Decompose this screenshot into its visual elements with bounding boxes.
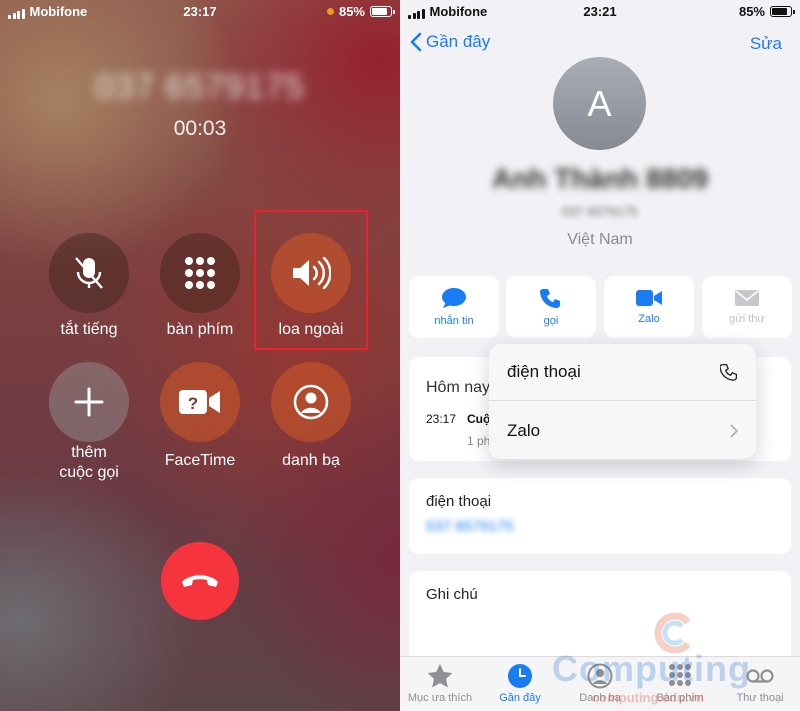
call-options-menu: điện thoại Zalo bbox=[489, 344, 756, 459]
contact-detail-screen: Mobifone 23:21 85% Gần đây Sửa A Anh Thà… bbox=[400, 0, 800, 711]
back-button[interactable]: Gần đây bbox=[410, 32, 490, 52]
contacts-button[interactable] bbox=[271, 362, 351, 442]
mail-action-button[interactable]: gửi thư bbox=[702, 276, 792, 338]
back-label: Gần đây bbox=[426, 32, 491, 51]
battery-icon bbox=[770, 6, 795, 17]
add-call-label-line1: thêm bbox=[71, 444, 107, 461]
tab-recents[interactable]: Gần đây bbox=[480, 663, 560, 704]
battery-indicator: 85% bbox=[326, 4, 395, 19]
clock-icon bbox=[508, 664, 532, 688]
phone-icon bbox=[540, 289, 560, 308]
tab-contacts-label: Danh bạ bbox=[579, 692, 621, 704]
add-call-label: thêm cuộc gọi bbox=[29, 443, 149, 483]
call-duration: 00:03 bbox=[173, 117, 227, 140]
menu-item-zalo-label: Zalo bbox=[507, 420, 541, 440]
chevron-left-icon bbox=[410, 32, 422, 52]
tab-voicemail[interactable]: Thư thoại bbox=[720, 663, 800, 704]
zalo-action-button[interactable]: Zalo bbox=[604, 276, 694, 338]
recording-dot-icon bbox=[326, 8, 334, 15]
contacts-icon bbox=[587, 663, 613, 689]
keypad-label: bàn phím bbox=[166, 321, 234, 338]
phone-icon bbox=[720, 363, 738, 381]
facetime-icon: ? bbox=[179, 390, 220, 414]
tab-voicemail-label: Thư thoại bbox=[736, 692, 784, 704]
tab-keypad-label: Bàn phím bbox=[656, 692, 704, 704]
facetime-label: FaceTime bbox=[164, 452, 236, 469]
message-action-button[interactable]: nhắn tin bbox=[409, 276, 499, 338]
message-icon bbox=[442, 288, 466, 308]
speaker-highlight-box bbox=[254, 210, 368, 350]
battery-icon bbox=[370, 6, 395, 17]
nav-bar: Gần đây Sửa bbox=[400, 30, 800, 60]
mail-action-label: gửi thư bbox=[729, 313, 765, 325]
keypad-icon bbox=[185, 257, 215, 289]
contact-country: Việt Nam bbox=[567, 231, 633, 248]
tab-favorites-label: Mục ưa thích bbox=[407, 692, 473, 704]
recent-call-type: Cuộ bbox=[467, 412, 491, 426]
phone-card-number[interactable]: 037 6579175 bbox=[426, 518, 514, 535]
message-action-label: nhắn tin bbox=[434, 315, 474, 327]
voicemail-icon bbox=[746, 669, 774, 683]
menu-item-phone[interactable]: điện thoại bbox=[489, 344, 756, 401]
tab-recents-label: Gần đây bbox=[499, 692, 541, 704]
mute-mic-icon bbox=[75, 257, 103, 289]
notes-label: Ghi chú bbox=[426, 586, 478, 603]
status-bar: Mobifone 23:17 85% bbox=[0, 0, 400, 22]
video-icon bbox=[636, 290, 662, 306]
add-call-button[interactable] bbox=[49, 362, 129, 442]
caller-number: 037 6579175 bbox=[95, 68, 305, 106]
phone-number-card[interactable]: điện thoại 037 6579175 bbox=[409, 478, 791, 554]
recent-call-length: 1 ph bbox=[467, 434, 491, 448]
battery-indicator: 85% bbox=[738, 4, 795, 19]
tab-favorites[interactable]: Mục ưa thích bbox=[400, 663, 480, 704]
avatar: A bbox=[553, 57, 646, 150]
mail-icon bbox=[735, 290, 759, 306]
star-icon bbox=[427, 664, 453, 688]
end-call-button[interactable] bbox=[161, 542, 239, 620]
menu-item-zalo[interactable]: Zalo bbox=[489, 402, 756, 459]
tab-keypad[interactable]: Bàn phím bbox=[640, 663, 720, 704]
end-call-icon bbox=[182, 575, 218, 587]
edit-button[interactable]: Sửa bbox=[750, 34, 782, 54]
mute-button[interactable] bbox=[49, 233, 129, 313]
contact-name: Anh Thành 8809 bbox=[491, 163, 709, 194]
call-action-label: gọi bbox=[543, 315, 559, 327]
battery-percent: 85% bbox=[338, 4, 365, 19]
facetime-button[interactable]: ? bbox=[160, 362, 240, 442]
keypad-icon bbox=[669, 664, 691, 686]
call-action-button[interactable]: gọi bbox=[506, 276, 596, 338]
contacts-icon bbox=[293, 384, 329, 420]
contact-number: 037 6579175 bbox=[562, 204, 638, 219]
recent-time: 23:17 bbox=[426, 412, 457, 426]
battery-percent: 85% bbox=[738, 4, 765, 19]
tab-contacts[interactable]: Danh bạ bbox=[560, 663, 640, 704]
in-call-screen: Mobifone 23:17 85% 037 6579175 00:03 tắt… bbox=[0, 0, 400, 711]
add-call-label-line2: cuộc gọi bbox=[59, 464, 119, 481]
recent-day: Hôm nay bbox=[426, 379, 491, 396]
tab-bar: Mục ưa thích Gần đây Danh bạ Bàn phím Th… bbox=[400, 656, 800, 711]
phone-card-label: điện thoại bbox=[426, 493, 492, 510]
plus-icon bbox=[74, 387, 104, 417]
contacts-label: danh bạ bbox=[282, 452, 340, 469]
mute-label: tắt tiếng bbox=[60, 321, 118, 338]
menu-item-phone-label: điện thoại bbox=[507, 362, 581, 381]
chevron-right-icon bbox=[730, 423, 738, 438]
svg-text:?: ? bbox=[188, 394, 198, 413]
status-bar: Mobifone 23:21 85% bbox=[400, 0, 800, 22]
keypad-button[interactable] bbox=[160, 233, 240, 313]
zalo-action-label: Zalo bbox=[638, 313, 660, 325]
